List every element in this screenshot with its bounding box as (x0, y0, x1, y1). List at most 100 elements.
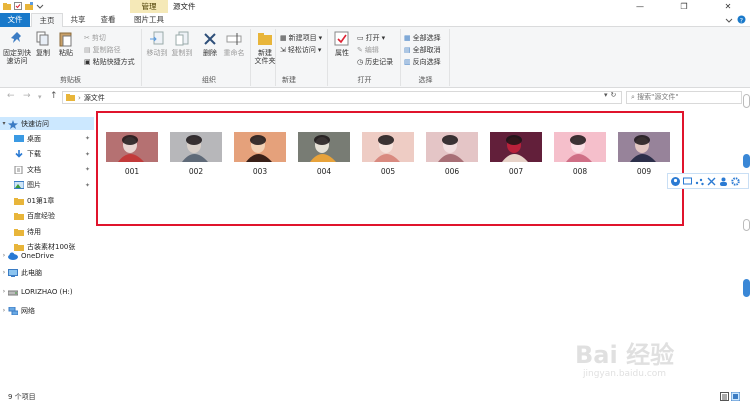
scissors-icon[interactable] (707, 177, 716, 186)
file-name: 009 (636, 167, 652, 176)
back-arrow-icon[interactable]: ← (7, 91, 15, 101)
scroll-up-button[interactable] (743, 94, 750, 108)
cut-button[interactable]: ✂ 剪切 (84, 32, 106, 43)
nav-this-pc[interactable]: › 此电脑 (0, 266, 94, 279)
file-item[interactable]: 004 (298, 132, 350, 176)
properties-quick-icon[interactable] (14, 2, 22, 10)
select-none-button[interactable]: ▤ 全部取消 (404, 44, 441, 55)
nav-network[interactable]: › 网络 (0, 304, 94, 317)
file-item[interactable]: 003 (234, 132, 286, 176)
paste-shortcut-button[interactable]: ▣ 粘贴快捷方式 (84, 56, 135, 67)
open-button[interactable]: ▭ 打开 ▾ (357, 32, 385, 43)
chevron-right-icon[interactable]: › (0, 269, 8, 276)
new-folder-button[interactable]: 新建 文件夹 (253, 31, 277, 65)
chevron-right-icon[interactable]: › (0, 252, 8, 259)
chevron-down-icon[interactable] (36, 2, 44, 10)
file-name: 007 (508, 167, 524, 176)
scroll-knob-upper[interactable] (743, 154, 750, 168)
recent-chevron-icon[interactable]: ▾ (38, 93, 42, 101)
chevron-down-icon[interactable] (725, 16, 733, 26)
new-item-button[interactable]: ▦ 新建项目 ▾ (280, 32, 322, 43)
nav-drive-label: LORIZHAO (H:) (21, 287, 73, 296)
file-item[interactable]: 007 (490, 132, 542, 176)
nav-onedrive[interactable]: › OneDrive (0, 249, 94, 262)
chevron-down-icon[interactable]: ▾ (0, 120, 8, 127)
image-thumbnail (362, 132, 414, 162)
chevron-right-icon[interactable]: › (0, 288, 8, 295)
history-button[interactable]: ◷ 历史记录 (357, 56, 393, 67)
delete-button[interactable]: 删除 (200, 31, 220, 57)
easy-access-button[interactable]: ⇲ 轻松访问 ▾ (280, 44, 321, 55)
large-icons-view-icon[interactable] (730, 391, 741, 403)
group-clipboard: 固定到快 速访问 复制 粘贴 ✂ 剪切 ▤ 复制路径 ▣ 粘贴快捷方式 剪贴板 (0, 29, 142, 86)
breadcrumb-path[interactable]: 源文件 (84, 93, 105, 103)
tab-picture-tools[interactable]: 图片工具 (125, 13, 173, 27)
invert-selection-label: 反向选择 (412, 57, 441, 66)
tab-home[interactable]: 主页 (31, 13, 63, 28)
details-view-icon[interactable] (720, 392, 729, 403)
screen-icon[interactable] (683, 177, 692, 186)
maximize-button[interactable]: ❐ (662, 0, 706, 13)
context-tab-manage[interactable]: 管理 (130, 0, 168, 13)
nav-item-6[interactable]: 百度经验 (0, 210, 94, 223)
person-icon[interactable] (719, 177, 728, 186)
gear-icon[interactable] (731, 176, 740, 186)
move-to-button[interactable]: 移动到 (146, 31, 168, 57)
search-input[interactable]: ⌕ 搜索"源文件" (626, 91, 742, 104)
nav-item-2[interactable]: 下载 ✦ (0, 148, 94, 161)
forward-arrow-icon[interactable]: → (23, 91, 31, 101)
tab-view[interactable]: 查看 (93, 13, 123, 27)
refresh-icon[interactable]: ↻ (611, 91, 617, 99)
minimize-button[interactable]: — (618, 0, 662, 13)
pin-icon[interactable]: ✦ (85, 151, 90, 158)
properties-button[interactable]: 属性 (332, 31, 352, 57)
scroll-knob-middle[interactable] (743, 219, 750, 231)
copy-to-button[interactable]: 复制到 (171, 31, 193, 57)
drive-icon (7, 288, 19, 296)
file-item[interactable]: 001 (106, 132, 158, 176)
scroll-knob-lower[interactable] (743, 279, 750, 297)
nav-drive[interactable]: › LORIZHAO (H:) (0, 285, 94, 298)
select-none-icon: ▤ (404, 45, 411, 54)
file-item[interactable]: 002 (170, 132, 222, 176)
tab-share[interactable]: 共享 (64, 13, 92, 27)
copy-path-button[interactable]: ▤ 复制路径 (84, 44, 121, 55)
rename-button[interactable]: 重命名 (223, 31, 245, 57)
file-item[interactable]: 008 (554, 132, 606, 176)
group-label-clipboard: 剪贴板 (60, 76, 81, 84)
new-item-icon: ▦ (280, 33, 287, 42)
nav-item-label: 文档 (27, 165, 41, 174)
address-bar[interactable]: › 源文件 (62, 91, 622, 104)
user-avatar-icon[interactable] (671, 176, 680, 186)
pin-quick-access-button[interactable]: 固定到快 速访问 (3, 31, 31, 65)
nav-quick-access[interactable]: ▾ 快速访问 (0, 117, 94, 130)
nav-item-1[interactable]: 桌面 ✦ (0, 132, 94, 145)
up-arrow-icon[interactable]: ↑ (50, 91, 58, 101)
copy-button[interactable]: 复制 (34, 31, 52, 57)
invert-selection-button[interactable]: ▥ 反向选择 (404, 56, 441, 67)
paste-button[interactable]: 粘贴 (57, 31, 75, 57)
pin-icon[interactable]: ✦ (85, 182, 90, 189)
tab-file[interactable]: 文件 (0, 13, 30, 27)
pin-icon[interactable]: ✦ (85, 166, 90, 173)
nav-item-7[interactable]: 待用 (0, 225, 94, 238)
nav-item-3[interactable]: 文档 ✦ (0, 163, 94, 176)
nav-item-4[interactable]: 图片 ✦ (0, 179, 94, 192)
file-item[interactable]: 005 (362, 132, 414, 176)
file-item[interactable]: 009 (618, 132, 670, 176)
chevron-down-icon[interactable]: ▾ (604, 91, 608, 99)
edit-button[interactable]: ✎ 编辑 (357, 44, 379, 55)
file-item[interactable]: 006 (426, 132, 478, 176)
close-button[interactable]: ✕ (706, 0, 750, 13)
folder-icon[interactable] (3, 2, 11, 10)
nav-item-5[interactable]: 01第1章 (0, 194, 94, 207)
view-switcher (720, 391, 741, 403)
vertical-scrollbar[interactable] (743, 94, 750, 384)
pin-icon[interactable]: ✦ (85, 135, 90, 142)
dots-icon[interactable] (695, 177, 704, 186)
select-all-button[interactable]: ▦ 全部选择 (404, 32, 441, 43)
new-folder-quick-icon[interactable] (25, 2, 33, 10)
chevron-right-icon[interactable]: › (0, 307, 8, 314)
open-icon: ▭ (357, 33, 364, 42)
help-icon[interactable]: ? (737, 15, 746, 26)
